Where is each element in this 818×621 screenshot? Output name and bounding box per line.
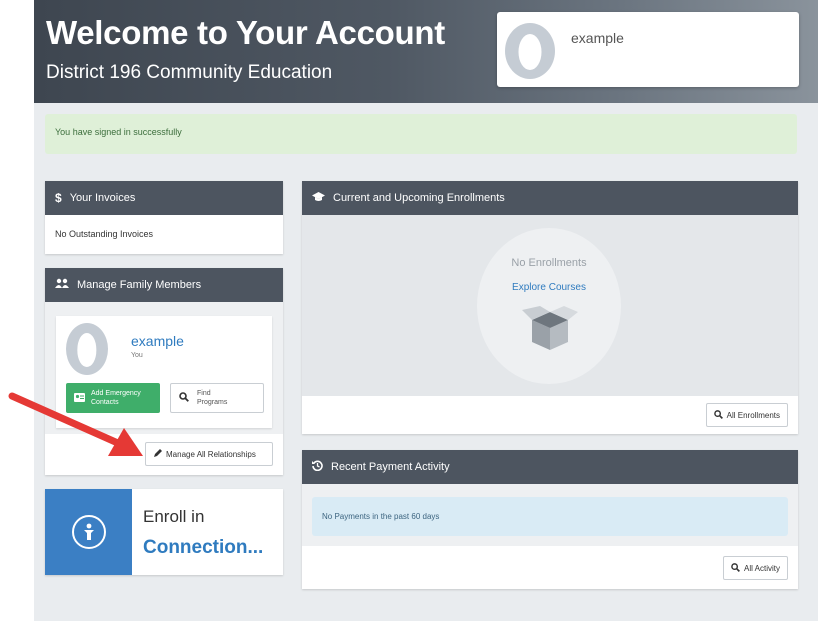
account-page: Welcome to Your Account District 196 Com… — [34, 0, 818, 621]
family-panel-header: Manage Family Members — [45, 268, 283, 302]
graduation-cap-icon — [312, 191, 325, 205]
enrollments-panel-header: Current and Upcoming Enrollments — [302, 181, 798, 215]
payments-panel-header: Recent Payment Activity — [302, 450, 798, 484]
manage-relationships-label: Manage All Relationships — [166, 449, 256, 459]
enrollments-title: Current and Upcoming Enrollments — [333, 192, 505, 204]
invoices-panel-header: $ Your Invoices — [45, 181, 283, 215]
invoices-body: No Outstanding Invoices — [55, 229, 154, 239]
page-title: Welcome to Your Account — [46, 14, 445, 51]
page-subtitle: District 196 Community Education — [46, 62, 333, 83]
page-header: Welcome to Your Account District 196 Com… — [34, 0, 818, 103]
all-activity-label: All Activity — [743, 563, 780, 573]
search-icon — [713, 409, 723, 421]
enroll-connection-card[interactable]: Enroll in Connection... — [45, 489, 283, 575]
red-arrow-annotation — [8, 392, 143, 456]
enroll-card-link[interactable]: Connection... — [143, 537, 263, 559]
success-alert: You have signed in successfully — [45, 114, 797, 154]
all-activity-button[interactable]: All Activity — [722, 556, 788, 580]
avatar — [505, 23, 555, 79]
payments-title: Recent Payment Activity — [331, 461, 450, 473]
payments-panel: Recent Payment Activity No Payments in t… — [302, 450, 798, 589]
enroll-icon-box — [45, 489, 132, 575]
profile-name: example — [571, 30, 624, 46]
avatar — [66, 323, 108, 375]
profile-card[interactable]: example — [497, 12, 799, 87]
member-role: You — [131, 352, 143, 359]
payments-panel-footer: All Activity — [302, 546, 798, 589]
all-enrollments-button[interactable]: All Enrollments — [705, 403, 788, 427]
history-icon — [312, 460, 323, 474]
find-label-1: Find — [197, 390, 211, 397]
manage-relationships-button[interactable]: Manage All Relationships — [145, 442, 273, 466]
no-enrollments-text: No Enrollments — [511, 257, 587, 269]
explore-courses-link[interactable]: Explore Courses — [477, 282, 621, 293]
find-programs-button[interactable]: Find Programs — [170, 383, 264, 413]
open-box-icon — [522, 306, 578, 350]
all-enrollments-label: All Enrollments — [726, 410, 780, 420]
member-name[interactable]: example — [131, 333, 184, 349]
empty-state: No Enrollments Explore Courses — [477, 228, 621, 384]
enroll-card-label: Enroll in — [143, 507, 205, 526]
search-icon — [731, 562, 740, 574]
family-title: Manage Family Members — [77, 279, 202, 291]
person-icon — [71, 515, 106, 549]
search-icon — [179, 392, 189, 404]
enrollments-panel: Current and Upcoming Enrollments No Enro… — [302, 181, 798, 434]
pencil-icon — [154, 449, 162, 459]
dollar-icon: $ — [55, 191, 62, 205]
invoices-panel: $ Your Invoices No Outstanding Invoices — [45, 181, 283, 254]
invoices-title: Your Invoices — [69, 192, 136, 204]
find-label-2: Programs — [197, 399, 228, 406]
users-icon — [55, 278, 69, 292]
no-payments-alert: No Payments in the past 60 days — [312, 497, 788, 536]
enrollments-panel-footer: All Enrollments — [302, 396, 798, 434]
